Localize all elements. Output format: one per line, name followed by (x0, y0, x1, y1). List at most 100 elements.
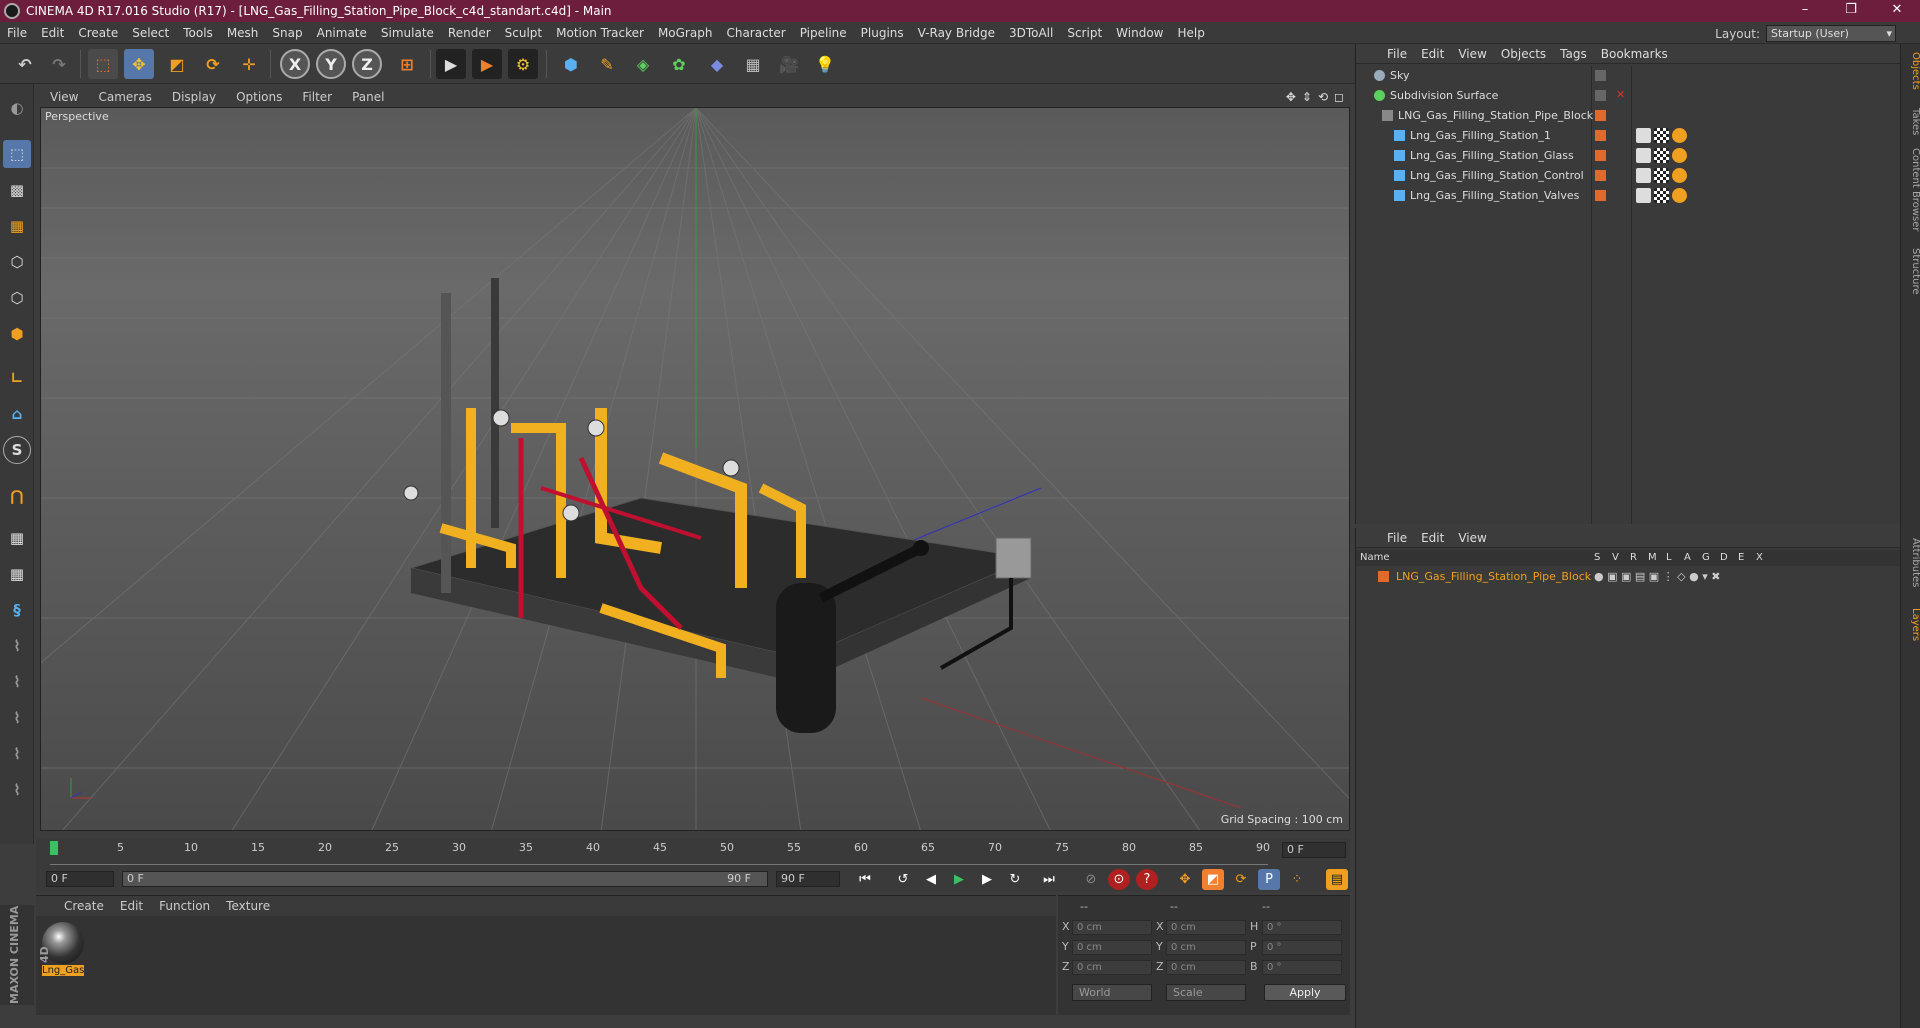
material-menu-create[interactable]: Create (56, 899, 112, 913)
viewport-menu-filter[interactable]: Filter (292, 90, 342, 104)
polygons-mode-icon[interactable]: ⬢ (3, 320, 31, 348)
smooth-icon[interactable]: ⌇ (3, 740, 31, 768)
rotate-view-icon[interactable]: ⟲ (1318, 90, 1328, 104)
tab-takes[interactable]: Takes (1901, 104, 1920, 139)
max-frame-field[interactable]: 90 F (776, 871, 840, 887)
points-mode-icon[interactable]: ⬡ (3, 248, 31, 276)
position-y-field[interactable]: 0 cm (1072, 940, 1152, 955)
size-y-field[interactable]: 0 cm (1166, 940, 1246, 955)
key-position-icon[interactable]: ✥ (1174, 869, 1196, 890)
camera-icon[interactable]: 🎥 (774, 49, 804, 79)
object-menu-edit[interactable]: Edit (1414, 47, 1451, 61)
menu-snap[interactable]: Snap (265, 26, 309, 40)
disabled-icon[interactable]: ✕ (1616, 88, 1625, 101)
menu-render[interactable]: Render (441, 26, 498, 40)
object-row-pipe-block[interactable]: LNG_Gas_Filling_Station_Pipe_Block (1356, 106, 1901, 126)
menu-file[interactable]: File (0, 26, 34, 40)
key-pla-icon[interactable]: ⁘ (1286, 869, 1308, 890)
cloner-icon[interactable]: ✿ (664, 49, 694, 79)
pan-view-icon[interactable]: ✥ (1286, 90, 1296, 104)
sculpt-icon[interactable]: ⌇ (3, 668, 31, 696)
tab-structure[interactable]: Structure (1901, 244, 1920, 299)
size-x-field[interactable]: 0 cm (1166, 920, 1246, 935)
edges-mode-icon[interactable]: ⬡ (3, 284, 31, 312)
live-selection-icon[interactable]: ⬚ (88, 49, 118, 79)
layer-toggle-icons[interactable]: ● ▣ ▣ ▤ ▣ ⋮ ◇ ● ▾ ✖ (1594, 570, 1720, 583)
material-tag-icon[interactable] (1672, 148, 1687, 163)
phong-tag-icon[interactable] (1636, 168, 1651, 183)
object-menu-tags[interactable]: Tags (1553, 47, 1594, 61)
grid-lock-icon[interactable]: ▦ (3, 560, 31, 588)
size-z-field[interactable]: 0 cm (1166, 960, 1246, 975)
playhead[interactable] (50, 841, 58, 855)
menu-select[interactable]: Select (125, 26, 176, 40)
coordinate-system-icon[interactable]: ⊞ (392, 49, 422, 79)
menu-animate[interactable]: Animate (310, 26, 374, 40)
goto-end-icon[interactable]: ⏭ (1038, 869, 1060, 890)
current-frame-field[interactable]: 0 F (1282, 842, 1346, 858)
object-menu-view[interactable]: View (1451, 47, 1493, 61)
object-menu-file[interactable]: File (1380, 47, 1414, 61)
coordinate-mode-dropdown[interactable]: World (1072, 984, 1152, 1001)
light-icon[interactable]: 💡 (810, 49, 840, 79)
paint-icon[interactable]: ⌇ (3, 704, 31, 732)
material-menu-texture[interactable]: Texture (218, 899, 278, 913)
uvw-tag-icon[interactable] (1654, 128, 1669, 143)
menu-script[interactable]: Script (1060, 26, 1109, 40)
timeline-ruler[interactable]: 0 5 10 15 20 25 30 35 40 45 50 55 60 65 … (50, 841, 1270, 865)
menu-character[interactable]: Character (719, 26, 792, 40)
menu-sculpt[interactable]: Sculpt (498, 26, 549, 40)
frame-range-slider[interactable]: 0 F 90 F (122, 871, 768, 887)
key-scale-icon[interactable]: ◩ (1202, 869, 1224, 890)
viewport-menu-options[interactable]: Options (226, 90, 292, 104)
pull-icon[interactable]: ⌇ (3, 776, 31, 804)
maximize-view-icon[interactable]: ◻ (1334, 90, 1344, 104)
object-row-station-valves[interactable]: Lng_Gas_Filling_Station_Valves (1356, 186, 1901, 206)
perspective-viewport[interactable]: Perspective Grid Spacing : 100 cm (40, 107, 1350, 831)
play-icon[interactable]: ▶ (948, 869, 970, 890)
recent-tools-icon[interactable]: ✛ (234, 49, 264, 79)
layout-dropdown[interactable]: Startup (User) (1766, 25, 1896, 42)
viewport-menu-display[interactable]: Display (162, 90, 226, 104)
rotation-p-field[interactable]: 0 ° (1262, 940, 1342, 955)
axis-mode-icon[interactable]: ∟ (3, 364, 31, 392)
start-frame-field[interactable]: 0 F (46, 871, 114, 887)
object-row-sky[interactable]: Sky (1356, 66, 1901, 86)
previous-key-icon[interactable]: ↺ (892, 869, 914, 890)
layer-menu-view[interactable]: View (1451, 531, 1493, 545)
make-editable-icon[interactable]: ◐ (3, 94, 31, 122)
render-settings-icon[interactable]: ⚙ (508, 49, 538, 79)
dolly-view-icon[interactable]: ⇕ (1302, 90, 1312, 104)
viewport-menu-cameras[interactable]: Cameras (88, 90, 161, 104)
rotation-h-field[interactable]: 0 ° (1262, 920, 1342, 935)
object-menu-bookmarks[interactable]: Bookmarks (1594, 47, 1675, 61)
texture-mode-icon[interactable]: ▩ (3, 176, 31, 204)
phong-tag-icon[interactable] (1636, 148, 1651, 163)
menu-plugins[interactable]: Plugins (854, 26, 911, 40)
next-key-icon[interactable]: ↻ (1004, 869, 1026, 890)
menu-help[interactable]: Help (1170, 26, 1211, 40)
menu-simulate[interactable]: Simulate (374, 26, 441, 40)
keyframe-selection-icon[interactable]: ? (1136, 869, 1158, 890)
material-tag-icon[interactable] (1672, 168, 1687, 183)
snap-icon[interactable]: S (3, 436, 31, 464)
size-mode-dropdown[interactable]: Scale (1166, 984, 1246, 1001)
pipe-block-model[interactable] (403, 278, 1033, 733)
tab-attributes[interactable]: Attributes (1901, 534, 1920, 591)
layer-menu-file[interactable]: File (1380, 531, 1414, 545)
menu-window[interactable]: Window (1109, 26, 1170, 40)
model-mode-icon[interactable]: ⬚ (3, 140, 31, 168)
menu-mograph[interactable]: MoGraph (651, 26, 720, 40)
material-menu-function[interactable]: Function (151, 899, 218, 913)
menu-create[interactable]: Create (71, 26, 125, 40)
autokey-icon[interactable]: ⊙ (1108, 869, 1130, 890)
deformer-icon[interactable]: ◆ (702, 49, 732, 79)
minimize-button[interactable]: – (1782, 0, 1828, 22)
apply-button[interactable]: Apply (1264, 984, 1346, 1001)
phong-tag-icon[interactable] (1636, 188, 1651, 203)
redo-icon[interactable]: ↷ (44, 49, 74, 79)
menu-vray-bridge[interactable]: V-Ray Bridge (911, 26, 1002, 40)
key-rotation-icon[interactable]: ⟳ (1230, 869, 1252, 890)
uvw-tag-icon[interactable] (1654, 168, 1669, 183)
object-row-subdivision-surface[interactable]: Subdivision Surface ✕ (1356, 86, 1901, 106)
